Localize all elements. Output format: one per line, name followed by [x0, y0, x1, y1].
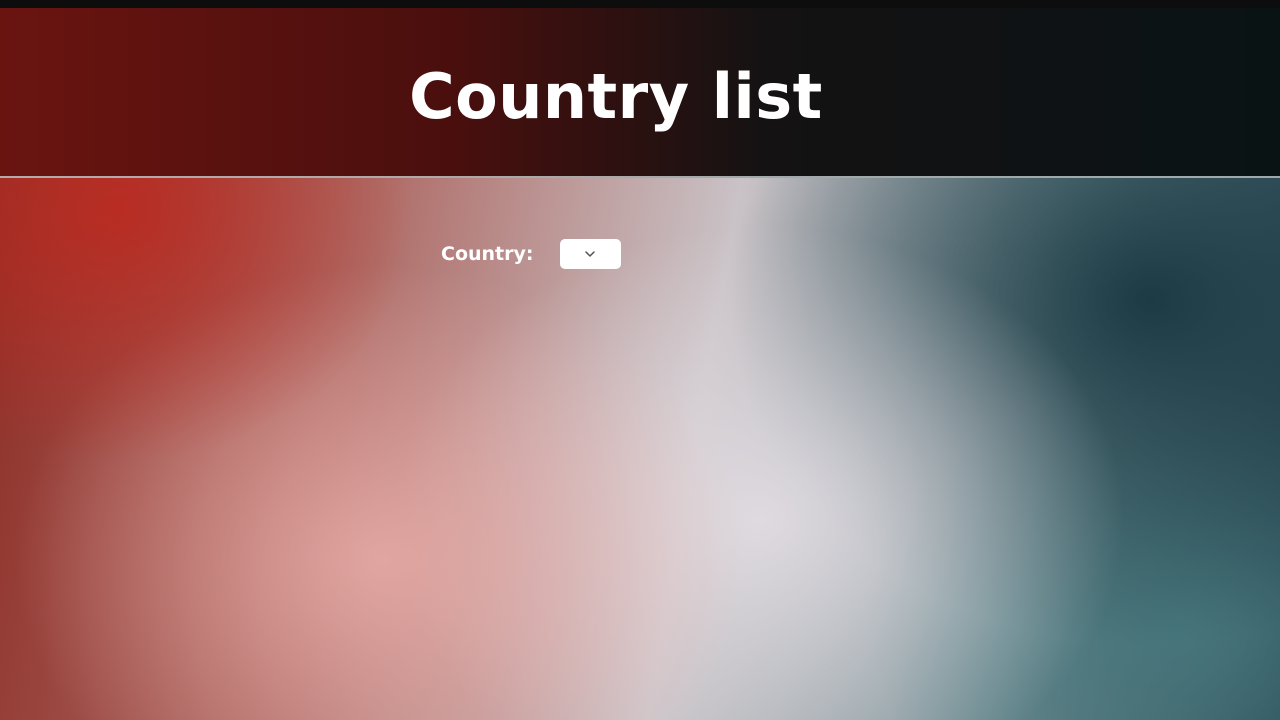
country-field-row: Country:	[441, 239, 621, 269]
country-label: Country:	[441, 243, 534, 265]
window-top-strip	[0, 0, 1280, 8]
page-title: Country list	[409, 60, 823, 133]
page-header: Country list	[0, 8, 1280, 178]
country-select[interactable]	[559, 239, 621, 269]
chevron-down-icon	[585, 251, 595, 257]
